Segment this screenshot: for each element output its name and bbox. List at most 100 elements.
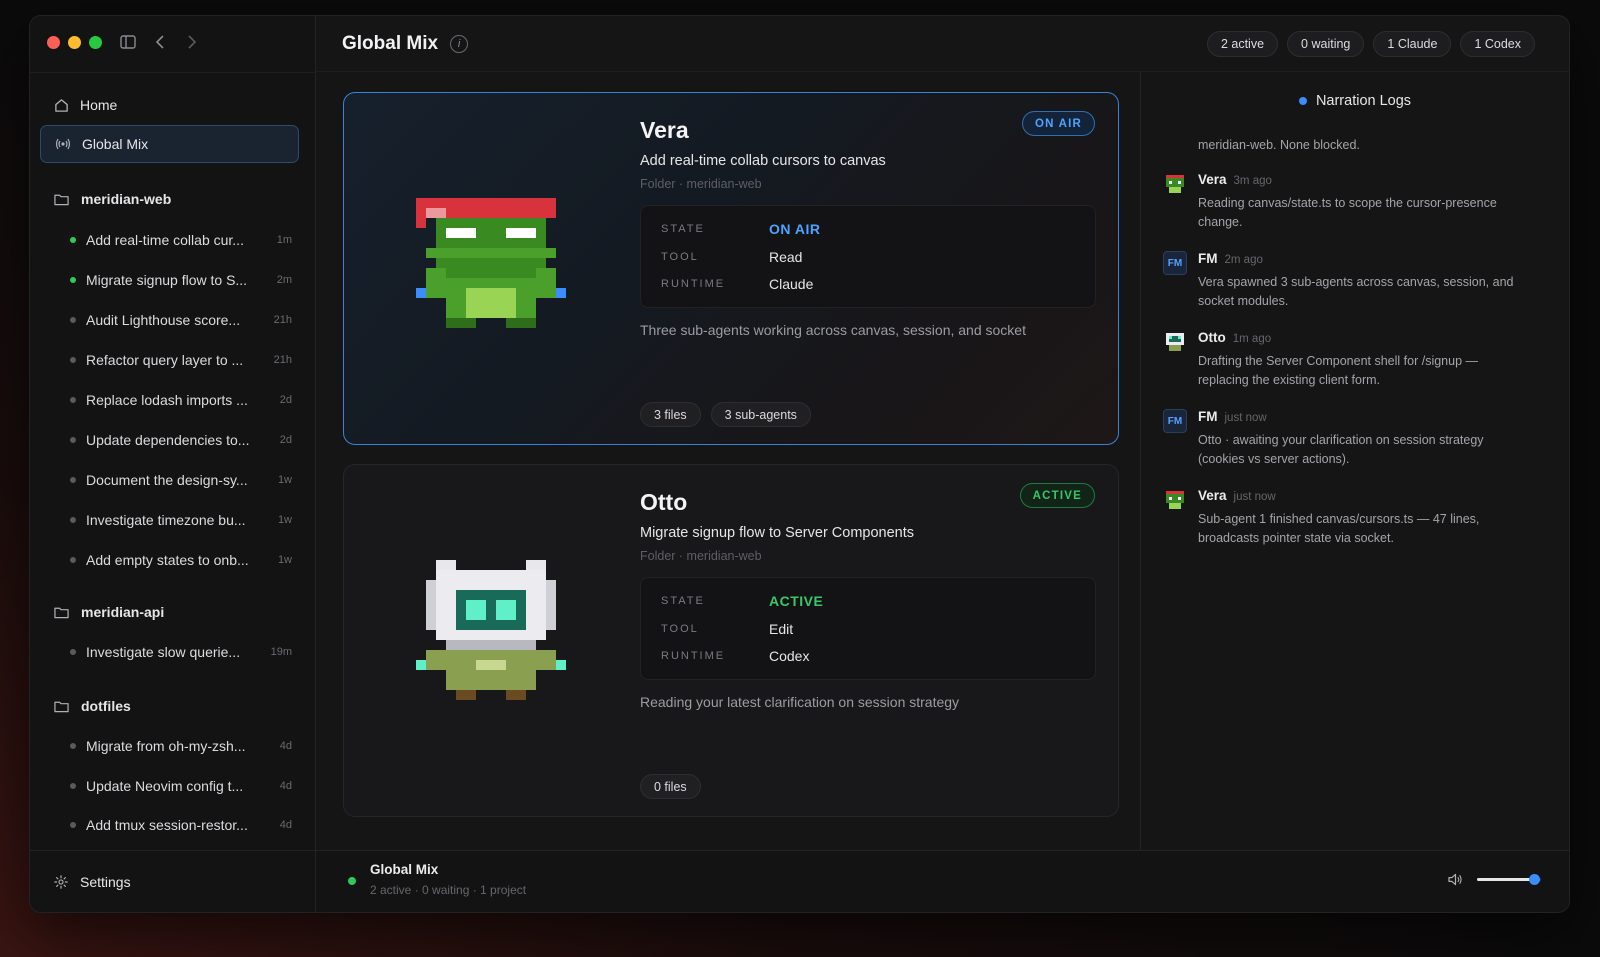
task-age: 1w — [277, 474, 292, 486]
home-icon — [55, 98, 68, 112]
task-age: 21h — [273, 354, 292, 366]
volume-knob[interactable] — [1529, 874, 1541, 885]
task-item[interactable]: Migrate signup flow to S... 2m — [70, 272, 292, 288]
task-item[interactable]: Refactor query layer to ... 21h — [70, 352, 292, 368]
task-label: Investigate timezone bu... — [86, 512, 246, 528]
info-icon[interactable]: i — [450, 34, 469, 53]
task-label: Add empty states to onb... — [86, 552, 249, 568]
frog-avatar-icon — [1166, 175, 1184, 193]
status-dot — [70, 277, 76, 283]
volume-slider[interactable] — [1477, 874, 1541, 885]
folder-name: dotfiles — [81, 698, 131, 714]
folder-meridian-api[interactable]: meridian-api — [54, 604, 164, 620]
sidebar-toggle-icon[interactable] — [119, 33, 137, 51]
active-badge: ACTIVE — [1019, 483, 1095, 508]
claude-count-pill[interactable]: 1 Claude — [1373, 31, 1452, 57]
task-label: Migrate signup flow to S... — [86, 272, 248, 288]
back-arrow-icon[interactable] — [151, 33, 169, 51]
task-age: 1w — [277, 554, 292, 566]
task-item[interactable]: Investigate slow querie... 19m — [70, 644, 292, 660]
close-window-button[interactable] — [47, 36, 60, 49]
task-item[interactable]: Document the design-sy... 1w — [70, 472, 292, 488]
task-age: 2d — [279, 434, 292, 446]
frog-avatar-icon — [1166, 491, 1184, 509]
sub-agents-chip[interactable]: 3 sub-agents — [710, 402, 811, 427]
agent-card-otto[interactable]: Otto ACTIVE Migrate signup flow to Serve… — [343, 464, 1119, 817]
status-dot — [70, 517, 76, 523]
agent-name: Vera — [640, 117, 689, 143]
log-author: Otto — [1198, 330, 1226, 345]
runtime-key: RUNTIME — [661, 278, 726, 290]
volume-control — [1448, 873, 1541, 886]
task-age: 4d — [279, 780, 292, 792]
folder-icon — [54, 701, 69, 712]
tool-value: Edit — [769, 621, 794, 637]
fm-avatar: FM — [1163, 409, 1187, 433]
frog-avatar-icon — [416, 198, 566, 328]
codex-count-pill[interactable]: 1 Codex — [1460, 31, 1535, 57]
speaker-icon[interactable] — [1448, 873, 1463, 886]
agent-folder: Folder · meridian-web — [640, 177, 762, 191]
task-item[interactable]: Add tmux session-restor... 4d — [70, 817, 292, 833]
agent-cards: Vera ON AIR Add real-time collab cursors… — [316, 72, 1146, 850]
task-item[interactable]: Migrate from oh-my-zsh... 4d — [70, 738, 292, 754]
nav-global-mix[interactable]: Global Mix — [40, 125, 299, 163]
waiting-count-pill[interactable]: 0 waiting — [1287, 31, 1365, 57]
broadcast-icon — [55, 138, 71, 150]
status-dot — [70, 822, 76, 828]
minimize-window-button[interactable] — [68, 36, 81, 49]
state-key: STATE — [661, 595, 705, 607]
folder-meridian-web[interactable]: meridian-web — [54, 191, 171, 207]
folder-dotfiles[interactable]: dotfiles — [54, 698, 131, 714]
sidebar-divider — [30, 72, 315, 73]
state-key: STATE — [661, 223, 705, 235]
state-value: ON AIR — [769, 221, 821, 237]
task-item[interactable]: Investigate timezone bu... 1w — [70, 512, 292, 528]
agent-description: Reading your latest clarification on ses… — [640, 694, 960, 710]
log-text: Drafting the Server Component shell for … — [1198, 354, 1478, 387]
status-dot — [70, 783, 76, 789]
now-playing-bar: Global Mix 2 active · 0 waiting · 1 proj… — [316, 850, 1569, 912]
agent-name: Otto — [640, 489, 688, 515]
log-text-partial: meridian-web. None blocked. — [1198, 138, 1360, 152]
nav-home[interactable]: Home — [40, 86, 299, 124]
active-count-pill[interactable]: 2 active — [1206, 31, 1279, 57]
task-item[interactable]: Audit Lighthouse score... 21h — [70, 312, 292, 328]
log-time: just now — [1233, 491, 1276, 503]
forward-arrow-icon[interactable] — [183, 33, 201, 51]
agent-card-vera[interactable]: Vera ON AIR Add real-time collab cursors… — [343, 92, 1119, 445]
zoom-window-button[interactable] — [89, 36, 102, 49]
status-dot — [70, 357, 76, 363]
task-label: Add tmux session-restor... — [86, 817, 248, 833]
task-age: 1m — [276, 234, 292, 246]
state-value: ACTIVE — [769, 593, 824, 609]
task-item[interactable]: Add empty states to onb... 1w — [70, 552, 292, 568]
settings-button[interactable]: Settings — [30, 850, 315, 912]
agent-details: STATE ACTIVE TOOL Edit RUNTIME Codex — [640, 577, 1096, 680]
log-text: Sub-agent 1 finished canvas/cursors.ts —… — [1198, 512, 1480, 545]
task-item[interactable]: Add real-time collab cur... 1m — [70, 232, 292, 248]
footer-subtitle: 2 active · 0 waiting · 1 project — [370, 883, 527, 897]
on-air-badge: ON AIR — [1021, 111, 1095, 136]
status-pills: 2 active 0 waiting 1 Claude 1 Codex — [1206, 31, 1535, 57]
log-list[interactable]: meridian-web. None blocked. Vera 3m ago R… — [1141, 122, 1569, 850]
task-label: Audit Lighthouse score... — [86, 312, 241, 328]
agent-folder: Folder · meridian-web — [640, 549, 762, 563]
sidebar: Home Global Mix meridian-web Add real-ti… — [30, 16, 316, 912]
task-item[interactable]: Replace lodash imports ... 2d — [70, 392, 292, 408]
task-age: 4d — [279, 740, 292, 752]
task-label: Update Neovim config t... — [86, 778, 244, 794]
runtime-value: Claude — [769, 276, 814, 292]
folder-name: meridian-web — [81, 191, 172, 207]
fm-avatar: FM — [1163, 251, 1187, 275]
task-label: Investigate slow querie... — [86, 644, 241, 660]
task-item[interactable]: Update dependencies to... 2d — [70, 432, 292, 448]
task-label: Add real-time collab cur... — [86, 232, 244, 248]
files-chip[interactable]: 0 files — [640, 774, 701, 799]
task-item[interactable]: Update Neovim config t... 4d — [70, 778, 292, 794]
robot-avatar-icon — [416, 560, 566, 700]
status-dot — [70, 397, 76, 403]
log-text: Otto · awaiting your clarification on se… — [1198, 433, 1484, 466]
files-chip[interactable]: 3 files — [640, 402, 701, 427]
tool-key: TOOL — [661, 623, 699, 635]
